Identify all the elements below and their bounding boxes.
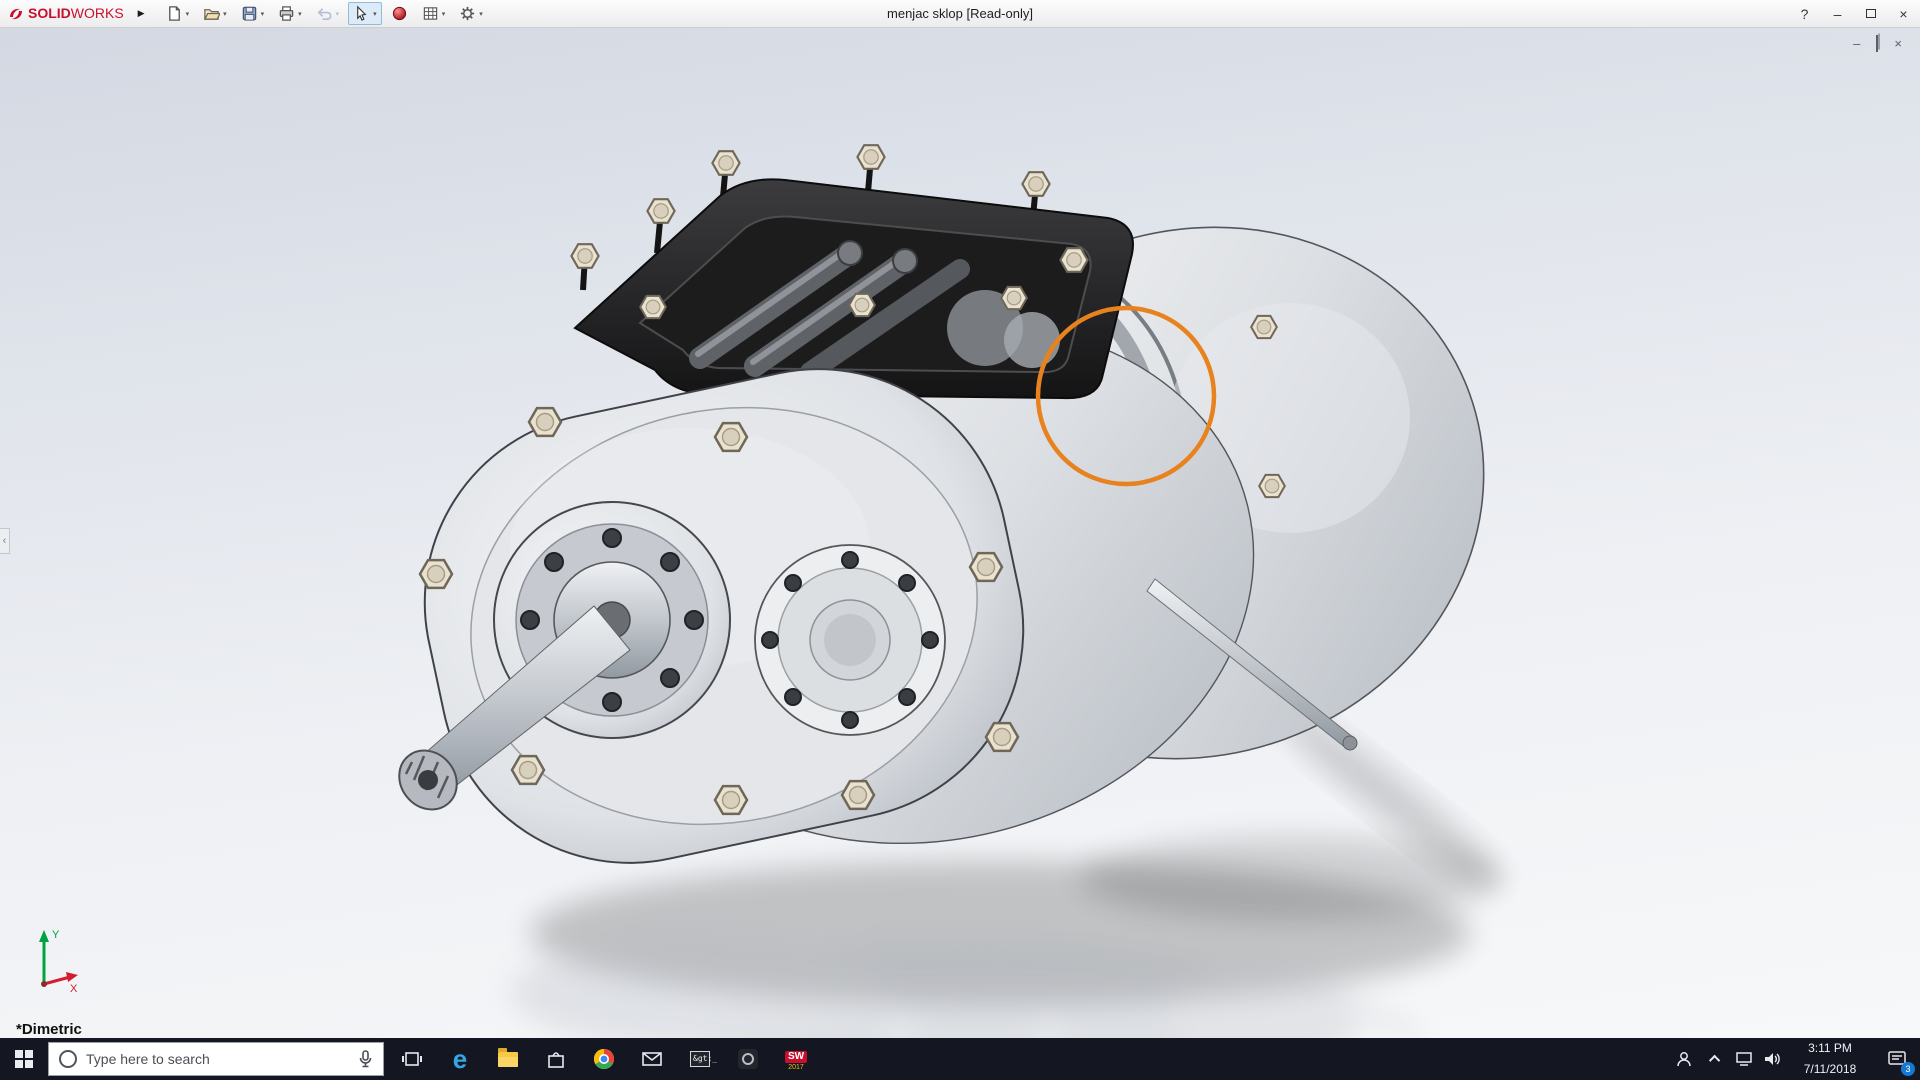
window-controls: ? – ×	[1788, 0, 1920, 27]
appearance-button[interactable]	[386, 2, 413, 25]
clock-date: 7/11/2018	[1804, 1062, 1857, 1077]
view-orientation-label: *Dimetric	[16, 1021, 82, 1038]
secondary-flange	[755, 545, 945, 735]
print-button[interactable]: ▾	[273, 2, 307, 25]
restore-icon	[1876, 35, 1878, 52]
sw-badge: SW	[785, 1051, 807, 1063]
network-button[interactable]	[1730, 1038, 1758, 1080]
file-explorer-icon	[498, 1052, 518, 1067]
dropdown-caret-icon[interactable]: ▾	[373, 10, 377, 18]
dropdown-caret-icon[interactable]: ▾	[261, 10, 265, 18]
taskbar-search[interactable]	[48, 1042, 384, 1076]
volume-button[interactable]	[1758, 1038, 1786, 1080]
new-document-button[interactable]: ▾	[161, 2, 195, 25]
taskbar-apps: e &gt;_	[388, 1038, 820, 1080]
select-tool-button[interactable]: ▾	[348, 2, 382, 25]
dropdown-caret-icon[interactable]: ▾	[298, 10, 302, 18]
task-view-button[interactable]	[388, 1038, 436, 1080]
edge-icon: e	[453, 1046, 467, 1072]
document-window-controls: – ×	[1853, 36, 1902, 51]
solidworks-taskbar-button[interactable]: SW 2017	[772, 1038, 820, 1080]
triad-y-label: Y	[52, 929, 60, 941]
menu-flyout-arrow-icon[interactable]: ▶	[138, 8, 145, 19]
action-center-button[interactable]: 3	[1874, 1038, 1920, 1080]
save-floppy-icon	[241, 5, 258, 22]
solidworks-logo: SOLIDWORKS	[0, 5, 134, 23]
store-bag-icon	[546, 1049, 566, 1069]
titlebar: SOLIDWORKS ▶ ▾ ▾ ▾ ▾ ▾ ▾ ▾ ▾ menjac sklo…	[0, 0, 1920, 28]
dark-app-icon	[738, 1049, 758, 1069]
mail-button[interactable]	[628, 1038, 676, 1080]
undo-button[interactable]: ▾	[311, 2, 345, 25]
minimize-button[interactable]: –	[1821, 0, 1854, 27]
system-tray: 3:11 PM 7/11/2018 3	[1666, 1038, 1920, 1080]
open-button[interactable]: ▾	[198, 2, 232, 25]
people-button[interactable]	[1666, 1038, 1702, 1080]
help-button[interactable]: ?	[1788, 0, 1821, 27]
search-input[interactable]	[86, 1051, 349, 1067]
chrome-button[interactable]	[580, 1038, 628, 1080]
dropdown-caret-icon[interactable]: ▾	[479, 10, 483, 18]
solidworks-app-icon: SW 2017	[785, 1047, 807, 1071]
new-document-icon	[166, 5, 183, 22]
document-title: menjac sklop [Read-only]	[887, 6, 1033, 21]
windows-taskbar: e &gt;_	[0, 1038, 1920, 1080]
feature-panel-collapse-toggle[interactable]: ‹	[0, 528, 10, 554]
command-prompt-button[interactable]: &gt;_	[676, 1038, 724, 1080]
cortana-icon[interactable]	[59, 1050, 77, 1068]
undo-arrow-icon	[316, 5, 333, 22]
top-cover	[571, 145, 1133, 398]
logo-text-works: WORKS	[71, 5, 124, 21]
task-view-icon	[401, 1049, 423, 1069]
edge-button[interactable]: e	[436, 1038, 484, 1080]
triad-x-label: X	[70, 983, 78, 995]
clock-time: 3:11 PM	[1808, 1041, 1852, 1056]
chevron-up-icon	[1709, 1055, 1720, 1066]
doc-minimize-button[interactable]: –	[1853, 36, 1860, 51]
start-button[interactable]	[0, 1038, 48, 1080]
dropdown-caret-icon[interactable]: ▾	[223, 10, 227, 18]
select-cursor-icon	[353, 5, 370, 22]
windows-logo-icon	[15, 1050, 33, 1068]
chrome-icon	[593, 1048, 615, 1070]
command-prompt-icon: &gt;_	[690, 1051, 710, 1067]
maximize-button[interactable]	[1854, 0, 1887, 27]
tray-overflow-button[interactable]	[1702, 1038, 1730, 1080]
table-grid-icon	[422, 5, 439, 22]
app-button-9[interactable]	[724, 1038, 772, 1080]
logo-text-solid: SOLID	[28, 5, 71, 21]
sw-year: 2017	[785, 1064, 807, 1071]
solidworks-logo-icon	[8, 6, 24, 22]
doc-close-button[interactable]: ×	[1894, 36, 1902, 51]
speaker-icon	[1763, 1051, 1781, 1067]
doc-restore-button[interactable]	[1876, 36, 1878, 51]
people-icon	[1675, 1050, 1693, 1068]
options-button[interactable]: ▾	[454, 2, 488, 25]
red-sphere-icon	[391, 5, 408, 22]
reference-triad: Y X	[14, 924, 84, 996]
close-button[interactable]: ×	[1887, 0, 1920, 27]
maximize-icon	[1866, 9, 1876, 18]
graphics-viewport[interactable]: – × ‹	[0, 28, 1920, 1038]
gearbox-3d-model[interactable]	[0, 28, 1920, 1038]
store-button[interactable]	[532, 1038, 580, 1080]
file-explorer-button[interactable]	[484, 1038, 532, 1080]
printer-icon	[278, 5, 295, 22]
dropdown-caret-icon[interactable]: ▾	[442, 10, 446, 18]
evaluate-table-button[interactable]: ▾	[417, 2, 451, 25]
save-button[interactable]: ▾	[236, 2, 270, 25]
mail-envelope-icon	[641, 1050, 663, 1068]
notification-badge: 3	[1901, 1062, 1915, 1076]
clock[interactable]: 3:11 PM 7/11/2018	[1786, 1038, 1874, 1080]
microphone-icon[interactable]	[358, 1050, 373, 1068]
dropdown-caret-icon[interactable]: ▾	[186, 10, 190, 18]
network-icon	[1735, 1051, 1753, 1067]
gear-icon	[459, 5, 476, 22]
open-folder-icon	[203, 5, 220, 22]
dropdown-caret-icon[interactable]: ▾	[336, 10, 340, 18]
